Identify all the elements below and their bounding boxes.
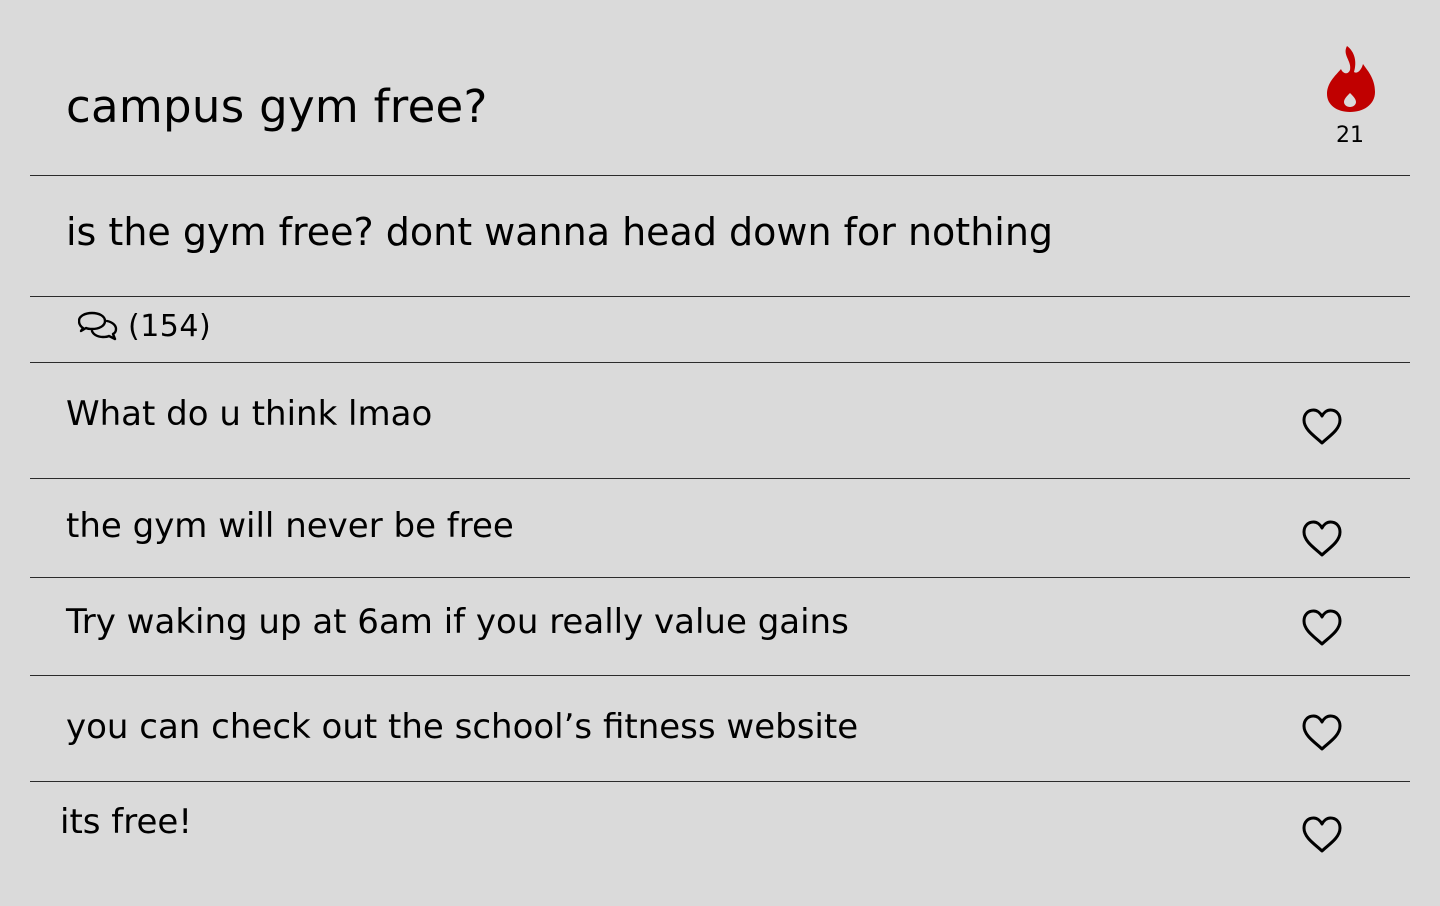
like-button[interactable] (1300, 519, 1344, 559)
divider (30, 296, 1410, 297)
comment-count: (154) (128, 309, 212, 344)
reply-text: its free! (60, 802, 192, 842)
reply-text: What do u think lmao (66, 394, 433, 434)
divider (30, 175, 1410, 176)
post-body: is the gym free? dont wanna head down fo… (66, 210, 1054, 254)
divider (30, 781, 1410, 782)
heart-outline-icon (1302, 520, 1342, 557)
divider (30, 362, 1410, 363)
divider (30, 577, 1410, 578)
like-button[interactable] (1300, 608, 1344, 648)
flame-icon (1327, 46, 1375, 112)
heart-outline-icon (1302, 714, 1342, 751)
heat-count: 21 (1336, 123, 1364, 148)
comments-toggle[interactable]: (154) (78, 309, 211, 345)
like-button[interactable] (1300, 407, 1344, 447)
heart-outline-icon (1302, 609, 1342, 646)
divider (30, 478, 1410, 479)
divider (30, 675, 1410, 676)
comments-icon (78, 311, 118, 341)
heart-outline-icon (1302, 408, 1342, 445)
reply-text: Try waking up at 6am if you really value… (66, 602, 849, 642)
post-title: campus gym free? (66, 80, 488, 133)
reply-text: the gym will never be free (66, 506, 514, 546)
like-button[interactable] (1300, 815, 1344, 855)
like-button[interactable] (1300, 713, 1344, 753)
heart-outline-icon (1302, 816, 1342, 853)
heat-indicator[interactable]: 21 (1318, 44, 1378, 154)
reply-text: you can check out the school’s fitness w… (66, 707, 859, 747)
